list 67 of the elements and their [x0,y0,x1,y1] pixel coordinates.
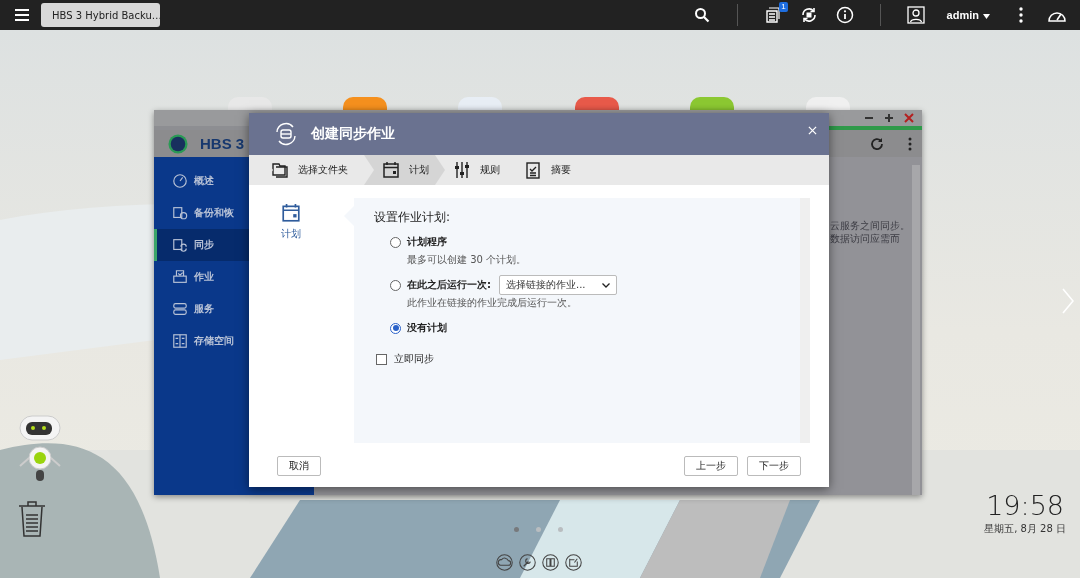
calendar-icon [280,203,301,223]
radio-button[interactable] [390,279,401,291]
storage-icon [172,333,188,349]
app-icon[interactable] [343,97,387,111]
wizard-step[interactable]: 计划 [364,155,445,185]
app-icon[interactable] [228,97,272,111]
option-note: 最多可以创建 30 个计划。 [407,253,528,267]
gauge-icon [172,173,188,189]
tab-title: HBS 3 Hybrid Backu… [52,9,162,21]
radio-button[interactable] [390,236,401,248]
menu-icon[interactable] [14,8,30,22]
more-icon[interactable] [1019,7,1023,23]
section-title: 设置作业计划: [374,209,452,226]
server-icon [172,301,188,317]
description-text: 云服务之间同步。 [830,219,910,232]
edit-icon[interactable] [565,554,582,571]
clock-date: 星期五, 8月 28 日 [984,522,1066,536]
wrench-icon[interactable] [519,554,536,571]
sync-icon [172,237,188,253]
previous-button[interactable]: 上一步 [684,455,738,476]
wizard-step[interactable]: 规则 [445,155,516,185]
app-icon[interactable] [458,97,502,111]
page-dot[interactable] [534,525,542,533]
app-icon[interactable] [690,97,734,111]
app-icon[interactable] [806,97,850,111]
option-label: 在此之后运行一次: [407,278,491,292]
sidebar-item[interactable]: 存储空间 [154,325,314,357]
printer-icon [172,269,188,285]
trash-icon[interactable] [16,498,48,538]
user-menu[interactable]: admin [940,8,996,22]
app-logo [168,133,188,154]
app-icon[interactable] [575,97,619,111]
window-title: HBS 3 [200,135,245,152]
clock-time: 19:58 [986,490,1064,521]
checkbox-label: 立即同步 [394,352,434,366]
refresh-button[interactable] [870,136,884,151]
cancel-button[interactable]: 取消 [277,455,321,476]
notification-badge: 1 [779,2,788,12]
checkbox[interactable] [376,353,387,365]
chevron-down-icon [602,282,610,288]
sliders-icon [453,161,471,179]
description-text: 数据访问应需而 [830,232,901,245]
wizard-step[interactable]: 选择文件夹 [263,155,364,185]
sidebar-item[interactable]: 备份和恢 [154,197,314,229]
page-dot[interactable] [556,525,564,533]
option-label: 没有计划 [407,321,447,335]
option-note: 此作业在链接的作业完成后运行一次。 [407,296,578,310]
radio-button[interactable] [390,322,401,334]
backup-icon [172,205,188,221]
option-label: 计划程序 [407,235,447,249]
job-dropdown[interactable]: 选择链接的作业... [499,275,617,295]
clipboard-icon [524,161,542,179]
app-tab[interactable]: HBS 3 Hybrid Backu… [41,3,160,27]
maximize-icon[interactable] [884,113,894,123]
cloud-icon[interactable] [496,554,513,571]
wizard-step[interactable]: 摘要 [516,155,587,185]
next-button[interactable]: 下一步 [747,455,801,476]
folder-icon [271,161,289,179]
sidebar-item[interactable]: 作业 [154,261,314,293]
step-label: 计划 [280,227,301,241]
dialog-title: 创建同步作业 [311,125,395,143]
calendar-icon [382,161,400,179]
sidebar-item[interactable]: 服务 [154,293,314,325]
caret-icon [983,14,990,19]
book-icon[interactable] [542,554,559,571]
sync-job-icon [273,121,299,147]
page-dot[interactable] [512,525,520,533]
